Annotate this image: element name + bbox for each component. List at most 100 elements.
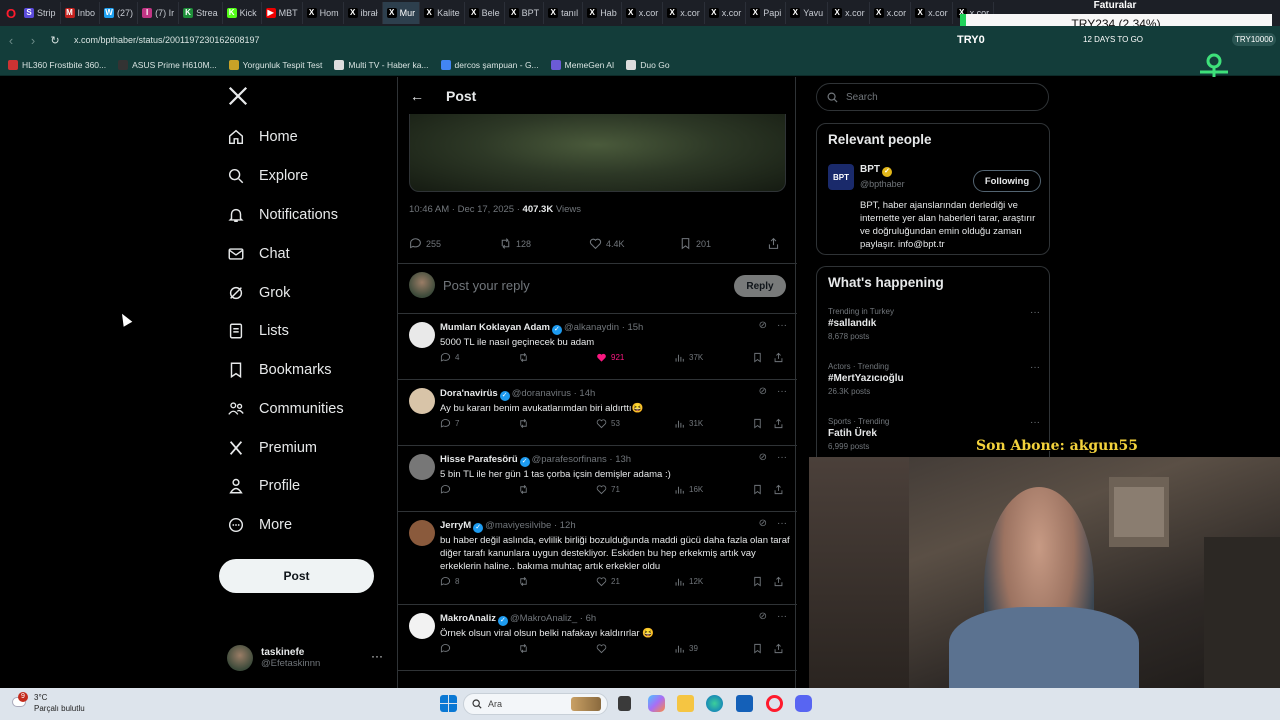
reply-like-action[interactable]: 921 [596,352,624,363]
reply-like-action[interactable]: 21 [596,576,620,587]
grok-icon[interactable]: ⊘ [759,386,767,397]
post-button[interactable]: Post [219,559,374,593]
browser-tab[interactable]: X Hab [583,2,622,24]
reply-item[interactable]: Hisse Parafesörü ✓ @parafesorfinans · 13h ⊘… [398,446,797,512]
browser-tab[interactable]: Xtanıl [544,2,584,24]
sidebar-item-home[interactable]: Home [227,123,298,151]
reply-button[interactable]: Reply [734,275,786,297]
browser-tab[interactable]: M Inbo [61,2,101,24]
reply-repost-action[interactable] [518,576,533,587]
browser-tab[interactable]: Xx.cor [911,2,953,24]
more-dots-icon[interactable]: ··· [1030,417,1040,428]
bookmark-action[interactable]: 201 [679,237,711,250]
browser-tab[interactable]: Xx.cor [622,2,664,24]
sidebar-item-lists[interactable]: Lists [227,317,289,345]
reload-icon[interactable]: ↻ [44,34,66,47]
reply-views-action[interactable]: 12K [674,576,703,587]
browser-tab[interactable]: X Mur [382,2,421,24]
bookmark-item[interactable]: dercos şampuan - G... [440,59,539,70]
reply-bookmark-action[interactable] [752,643,763,654]
taskbar-search[interactable]: Ara [463,693,608,715]
file-explorer-icon[interactable] [677,695,694,712]
sidebar-item-profile[interactable]: Profile [227,472,300,500]
sidebar-item-grok[interactable]: Grok [227,279,290,307]
reply-share-action[interactable] [773,484,784,495]
reply-views-action[interactable]: 31K [674,418,703,429]
opera-icon[interactable]: O [2,6,20,21]
reply-like-action[interactable]: 53 [596,418,620,429]
reply-like-action[interactable]: 71 [596,484,620,495]
url-field[interactable]: x.com/bpthaber/status/200119723016260819… [74,35,259,45]
grok-icon[interactable]: ⊘ [759,518,767,529]
avatar[interactable] [409,388,435,414]
reply-action[interactable]: 255 [409,237,441,250]
sidebar-item-premium[interactable]: Premium [227,434,317,462]
reply-comment-action[interactable]: 4 [440,352,459,363]
browser-tab[interactable]: X Yavu [786,2,829,24]
browser-tab[interactable]: Xx.cor [828,2,870,24]
reply-views-action[interactable]: 39 [674,643,698,654]
reply-repost-action[interactable] [518,484,533,495]
reply-input[interactable]: Post your reply [443,278,530,293]
reply-author[interactable]: JerryM [440,520,471,531]
browser-tab[interactable]: X Kalite [420,2,465,24]
reply-bookmark-action[interactable] [752,576,763,587]
back-icon[interactable]: ‹ [0,33,22,48]
browser-tab[interactable]: I (7) Ir [138,2,180,24]
more-dots-icon[interactable]: ··· [777,452,787,463]
more-dots-icon[interactable]: ··· [777,320,787,331]
grok-icon[interactable]: ⊘ [759,452,767,463]
reply-author[interactable]: Mumları Koklayan Adam [440,322,550,333]
reply-comment-action[interactable] [440,484,455,495]
forward-icon[interactable]: › [22,33,44,48]
browser-tab[interactable]: K Strea [179,2,223,24]
windows-start-icon[interactable] [440,695,457,712]
reply-item[interactable]: MakroAnaliz ✓ @MakroAnaliz_ · 6h ⊘ ··· Örnek … [398,605,797,671]
sidebar-item-bookmarks[interactable]: Bookmarks [227,356,332,384]
grok-icon[interactable]: ⊘ [759,611,767,622]
browser-tab[interactable]: Xibrał [344,2,383,24]
avatar[interactable] [409,613,435,639]
reply-bookmark-action[interactable] [752,418,763,429]
browser-tab[interactable]: W (27) [100,2,139,24]
sidebar-item-notifications[interactable]: Notifications [227,201,338,229]
reply-author[interactable]: Hisse Parafesörü [440,454,518,465]
reply-repost-action[interactable] [518,352,533,363]
weather-widget[interactable]: 9 3°C Parçalı bulutlu [12,692,85,714]
sidebar-item-communities[interactable]: Communities [227,395,344,423]
reply-item[interactable]: Dora'navirüs ✓ @doranavirus · 14h ⊘ ··· Ay bu… [398,380,797,446]
sidebar-item-more[interactable]: More [227,511,292,539]
reply-comment-action[interactable]: 8 [440,576,459,587]
opera-taskbar-icon[interactable] [766,695,783,712]
browser-tab[interactable]: Xx.cor [870,2,912,24]
bookmark-item[interactable]: MemeGen AI [550,59,614,70]
reply-bookmark-action[interactable] [752,352,763,363]
browser-tab[interactable]: X Hom [303,2,344,24]
reply-views-action[interactable]: 37K [674,352,703,363]
person-name[interactable]: BPT [860,164,880,175]
search-input[interactable]: Search [816,83,1049,111]
discord-icon[interactable] [795,695,812,712]
reply-repost-action[interactable] [518,643,533,654]
more-dots-icon[interactable]: ··· [1030,307,1040,318]
browser-tab[interactable]: S Strip [20,2,61,24]
more-dots-icon[interactable]: ··· [777,518,787,529]
bookmark-item[interactable]: ASUS Prime H610M... [118,59,217,70]
bookmark-item[interactable]: Multi TV - Haber ka... [334,59,429,70]
browser-tab[interactable]: Xx.cor [705,2,747,24]
trend-item[interactable]: Trending in Turkey #sallandık 8,678 posts ·… [828,307,1040,341]
sidebar-item-explore[interactable]: Explore [227,162,308,190]
following-button[interactable]: Following [973,170,1041,192]
more-dots-icon[interactable]: ··· [777,611,787,622]
trend-item[interactable]: Actors · Trending #MertYazıcıoğlu 26.3K po… [828,362,1040,396]
avatar[interactable] [409,322,435,348]
reply-comment-action[interactable]: 7 [440,418,459,429]
reply-item[interactable]: Mumları Koklayan Adam ✓ @alkanaydin · 15h ⊘… [398,314,797,380]
reply-share-action[interactable] [773,418,784,429]
reply-views-action[interactable]: 16K [674,484,703,495]
bookmark-item[interactable]: Yorgunluk Tespit Test [228,59,322,70]
reply-share-action[interactable] [773,352,784,363]
edge-icon[interactable] [706,695,723,712]
reply-item[interactable]: JerryM ✓ @maviyesilvibe · 12h ⊘ ··· bu haber … [398,512,797,605]
browser-tab[interactable]: X Bele [465,2,505,24]
